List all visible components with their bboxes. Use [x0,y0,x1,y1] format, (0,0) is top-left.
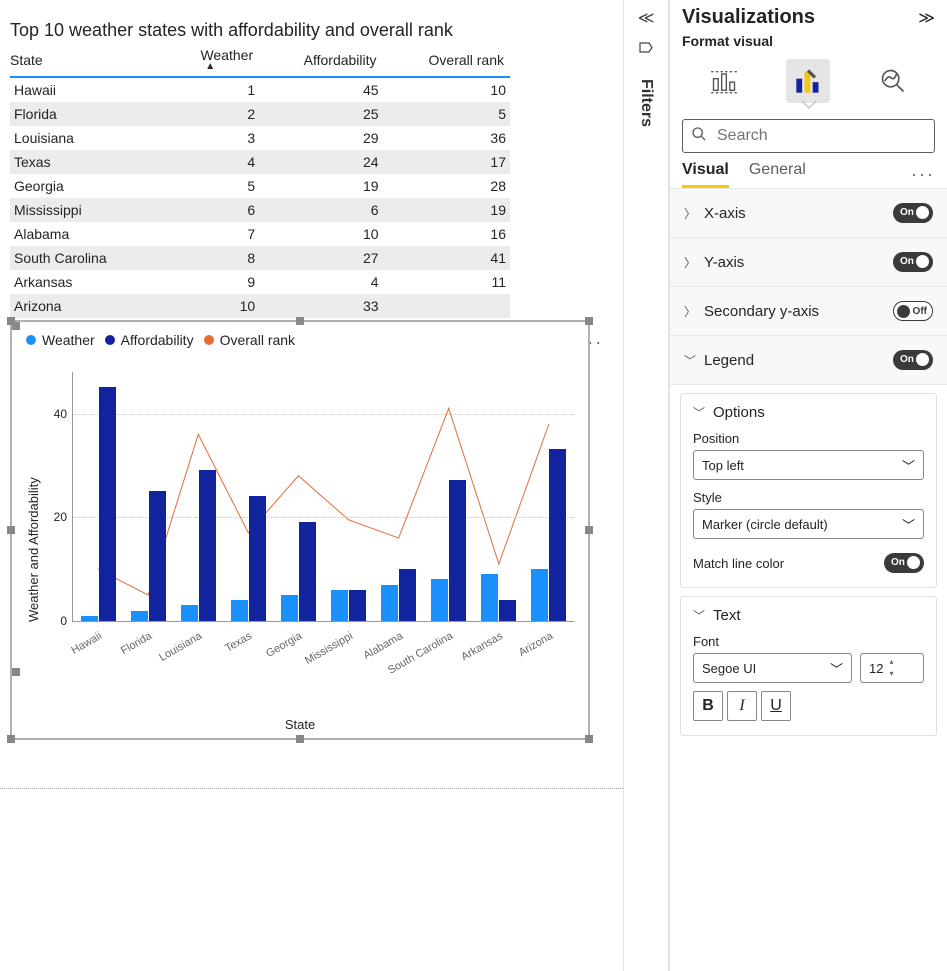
table-row[interactable]: Texas42417 [10,150,510,174]
chevron-down-icon: ﹀ [902,515,915,534]
expand-filters-icon[interactable]: ≪ [624,8,668,28]
format-visual-subtitle: Format visual [670,29,947,55]
label-position: Position [693,431,924,446]
label-style: Style [693,490,924,505]
toggle-match-line-color[interactable]: On [884,553,924,573]
resize-handle[interactable] [585,317,593,325]
expand-pane-icon[interactable]: ≫ [918,8,935,28]
filters-pane-collapsed[interactable]: ≪ Filters [623,0,669,971]
table-row[interactable]: Georgia51928 [10,174,510,198]
resize-handle[interactable] [296,317,304,325]
chevron-down-icon: ﹀ [684,352,696,369]
toggle-y-axis[interactable]: On [893,252,933,272]
label-match-line-color: Match line color [693,556,784,571]
resize-handle[interactable] [585,735,593,743]
chevron-right-icon: 〉 [684,303,696,320]
card-options: ﹀Options Position Top left ﹀ Style Marke… [680,393,937,588]
col-overall[interactable]: Overall rank [383,45,510,77]
format-visual-icon[interactable] [786,59,830,103]
toggle-secondary-y-axis[interactable]: Off [893,301,933,321]
table-row[interactable]: Alabama71016 [10,222,510,246]
chevron-down-icon: ﹀ [902,456,915,475]
chart-legend: Weather Affordability Overall rank [12,322,588,348]
tab-general[interactable]: General [749,161,806,188]
resize-handle[interactable] [7,526,15,534]
select-position[interactable]: Top left ﹀ [693,450,924,480]
table-row[interactable]: Louisiana32936 [10,126,510,150]
table-row[interactable]: Florida2255 [10,102,510,126]
visualizations-pane: Visualizations ≫ Format visual [669,0,947,971]
resize-handle[interactable] [7,735,15,743]
bookmark-icon[interactable] [624,40,668,61]
card-text: ﹀Text Font Segoe UI ﹀ 12 ▴▾ B I U [680,596,937,736]
toggle-legend[interactable]: On [893,350,933,370]
table-row[interactable]: South Carolina82741 [10,246,510,270]
tab-visual[interactable]: Visual [682,161,729,188]
table-row[interactable]: Arkansas9411 [10,270,510,294]
tabs-more-icon[interactable]: ··· [911,164,935,185]
table-row[interactable]: Mississippi6619 [10,198,510,222]
chevron-right-icon: 〉 [684,205,696,222]
table-title: Top 10 weather states with affordability… [10,20,570,41]
data-table[interactable]: State Weather ▲ Affordability Overall ra… [10,45,510,318]
chevron-down-icon[interactable]: ﹀ [693,607,705,624]
y-axis-label: Weather and Affordability [26,477,41,622]
row-legend[interactable]: ﹀Legend On [670,336,947,385]
viz-pane-title: Visualizations [682,6,815,29]
resize-handle[interactable] [296,735,304,743]
selected-caret-icon [670,101,947,111]
table-row[interactable]: Hawaii14510 [10,77,510,102]
col-state[interactable]: State [10,45,167,77]
analytics-icon[interactable] [871,59,915,103]
resize-handle[interactable] [7,317,15,325]
toggle-x-axis[interactable]: On [893,203,933,223]
chevron-right-icon: 〉 [684,254,696,271]
chart-visual[interactable]: Weather Affordability Overall rank Weath… [10,320,590,740]
plot-area: 02040HawaiiFloridaLouisianaTexasGeorgiaM… [72,372,574,622]
font-size-stepper[interactable]: ▴▾ [883,656,899,680]
x-axis-label: State [285,717,315,732]
col-weather[interactable]: Weather ▲ [167,45,259,77]
chevron-down-icon[interactable]: ﹀ [693,404,705,421]
table-row[interactable]: Arizona1033 [10,294,510,318]
filters-label: Filters [637,79,655,127]
legend-overall: Overall rank [220,332,295,348]
table-visual[interactable]: Top 10 weather states with affordability… [10,20,570,318]
row-x-axis[interactable]: 〉X-axis On [670,189,947,238]
row-y-axis[interactable]: 〉Y-axis On [670,238,947,287]
chevron-down-icon: ﹀ [830,659,843,678]
build-visual-icon[interactable] [702,59,746,103]
format-search[interactable] [682,119,935,153]
report-canvas[interactable]: Top 10 weather states with affordability… [0,0,623,971]
underline-button[interactable]: U [761,691,791,721]
col-afford[interactable]: Affordability [259,45,382,77]
search-icon [691,126,707,147]
search-input[interactable] [715,126,926,146]
select-style[interactable]: Marker (circle default) ﹀ [693,509,924,539]
italic-button[interactable]: I [727,691,757,721]
bold-button[interactable]: B [693,691,723,721]
legend-afford: Affordability [121,332,194,348]
row-secondary-y-axis[interactable]: 〉Secondary y-axis Off [670,287,947,336]
legend-weather: Weather [42,332,95,348]
select-font-family[interactable]: Segoe UI ﹀ [693,653,852,683]
input-font-size[interactable]: 12 ▴▾ [860,653,924,683]
label-font: Font [693,634,924,649]
visual-mode-icons [670,55,947,103]
page-boundary [0,788,623,789]
resize-handle[interactable] [585,526,593,534]
